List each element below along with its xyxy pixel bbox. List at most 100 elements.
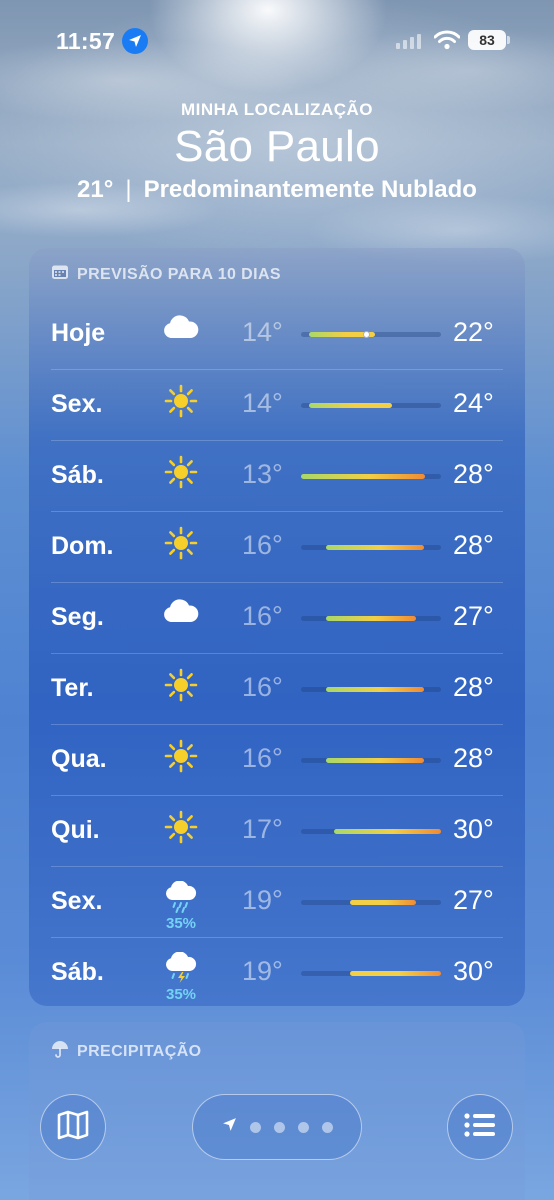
forecast-row[interactable]: Ter. 16° 28° — [29, 654, 525, 725]
high-temp: 28° — [453, 530, 494, 560]
temperature-range-bar — [350, 900, 417, 905]
page-dot[interactable] — [297, 1121, 309, 1133]
low-temp: 13° — [242, 459, 283, 489]
condition-text: Predominantemente Nublado — [143, 176, 477, 203]
day-label: Qui. — [51, 816, 100, 844]
low-temp: 19° — [242, 956, 283, 986]
temperature-range-bar — [325, 687, 425, 692]
day-label: Hoje — [51, 319, 106, 347]
location-page-indicator[interactable] — [192, 1094, 362, 1160]
low-temp: 16° — [242, 530, 283, 560]
low-temp: 14° — [242, 317, 283, 347]
low-temp: 16° — [242, 743, 283, 773]
temperature-range-track — [301, 758, 441, 763]
current-temperature: 21° — [77, 176, 114, 203]
map-button[interactable] — [40, 1094, 106, 1160]
battery-tip — [507, 36, 510, 44]
temperature-range-bar — [350, 971, 441, 976]
forecast-row[interactable]: Sáb. 13° 28° — [29, 441, 525, 512]
forecast-row[interactable]: Seg. 16° 27° — [29, 583, 525, 654]
list-icon — [463, 1112, 497, 1143]
temperature-range-bar — [333, 829, 441, 834]
forecast-card-title: PREVISÃO PARA 10 DIAS — [77, 265, 282, 283]
temperature-range-track — [301, 545, 441, 550]
ten-day-forecast-card[interactable]: PREVISÃO PARA 10 DIAS Hoje 14° 22° Sex. 14° 2… — [29, 248, 525, 1006]
forecast-card-header: PREVISÃO PARA 10 DIAS — [51, 264, 281, 285]
cellular-signal-icon — [396, 34, 421, 49]
temperature-range-track — [301, 687, 441, 692]
low-temp: 17° — [242, 814, 283, 844]
day-label: Sex. — [51, 887, 103, 915]
location-subtitle: MINHA LOCALIZAÇÃO — [180, 100, 373, 119]
low-temp: 16° — [242, 672, 283, 702]
precip-chance: 35% — [165, 915, 197, 932]
day-label: Dom. — [51, 532, 114, 560]
current-conditions: 21° | Predominantemente Nublado — [0, 176, 554, 204]
sun-icon — [161, 668, 201, 708]
forecast-row[interactable]: Sex. 35% 19° 27° — [29, 867, 525, 938]
status-bar: 11:57 83 — [0, 26, 554, 58]
wifi-icon — [433, 30, 461, 55]
sun-icon — [161, 455, 201, 495]
sun-icon — [161, 739, 201, 779]
umbrella-icon — [51, 1040, 69, 1063]
precipitation-card-header: PRECIPITAÇÃO — [51, 1040, 202, 1063]
high-temp: 28° — [453, 743, 494, 773]
high-temp: 27° — [453, 885, 494, 915]
forecast-row[interactable]: Qua. 16° 28° — [29, 725, 525, 796]
conditions-separator: | — [125, 176, 132, 203]
forecast-row[interactable]: Hoje 14° 22° — [29, 299, 525, 370]
temperature-range-bar — [309, 403, 392, 408]
current-location-icon[interactable] — [222, 1117, 237, 1137]
temperature-range-bar — [301, 474, 425, 479]
temperature-range-track — [301, 616, 441, 621]
low-temp: 19° — [242, 885, 283, 915]
city-name: São Paulo — [174, 122, 380, 171]
high-temp: 28° — [453, 459, 494, 489]
day-label: Sáb. — [51, 958, 104, 986]
sun-icon — [161, 526, 201, 566]
temperature-range-bar — [325, 616, 417, 621]
high-temp: 22° — [453, 317, 494, 347]
day-label: Sáb. — [51, 461, 104, 489]
precipitation-card-title: PRECIPITAÇÃO — [77, 1042, 202, 1060]
temperature-range-track — [301, 971, 441, 976]
forecast-row[interactable]: Dom. 16° 28° — [29, 512, 525, 583]
status-time: 11:57 — [56, 28, 116, 54]
page-dot[interactable] — [321, 1121, 333, 1133]
high-temp: 30° — [453, 814, 494, 844]
page-dot[interactable] — [273, 1121, 285, 1133]
temperature-range-track — [301, 900, 441, 905]
temperature-range-bar — [325, 758, 425, 763]
temperature-range-track — [301, 331, 441, 338]
high-temp: 27° — [453, 601, 494, 631]
low-temp: 14° — [242, 388, 283, 418]
city-list-button[interactable] — [447, 1094, 513, 1160]
forecast-row[interactable]: Qui. 17° 30° — [29, 796, 525, 867]
forecast-row[interactable]: Sáb. 35% 19° 30° — [29, 938, 525, 1009]
cloud-icon — [161, 313, 201, 353]
day-label: Seg. — [51, 603, 104, 631]
temperature-range-track — [301, 474, 441, 479]
low-temp: 16° — [242, 601, 283, 631]
map-icon — [57, 1110, 89, 1145]
high-temp: 24° — [453, 388, 494, 418]
cloud-icon — [161, 597, 201, 637]
temperature-range-bar — [325, 545, 425, 550]
high-temp: 30° — [453, 956, 494, 986]
high-temp: 28° — [453, 672, 494, 702]
forecast-row[interactable]: Sex. 14° 24° — [29, 370, 525, 441]
location-arrow-icon — [122, 28, 148, 54]
location-header: MINHA LOCALIZAÇÃO São Paulo 21° | Predom… — [0, 100, 554, 204]
calendar-icon — [51, 264, 69, 285]
page-dot[interactable] — [249, 1121, 261, 1133]
battery-indicator: 83 — [468, 30, 506, 50]
sun-icon — [161, 810, 201, 850]
temperature-range-track — [301, 829, 441, 834]
day-label: Ter. — [51, 674, 94, 702]
temperature-range-track — [301, 403, 441, 408]
sun-icon — [161, 384, 201, 424]
precip-chance: 35% — [165, 986, 197, 1003]
day-label: Sex. — [51, 390, 103, 418]
day-label: Qua. — [51, 745, 107, 773]
